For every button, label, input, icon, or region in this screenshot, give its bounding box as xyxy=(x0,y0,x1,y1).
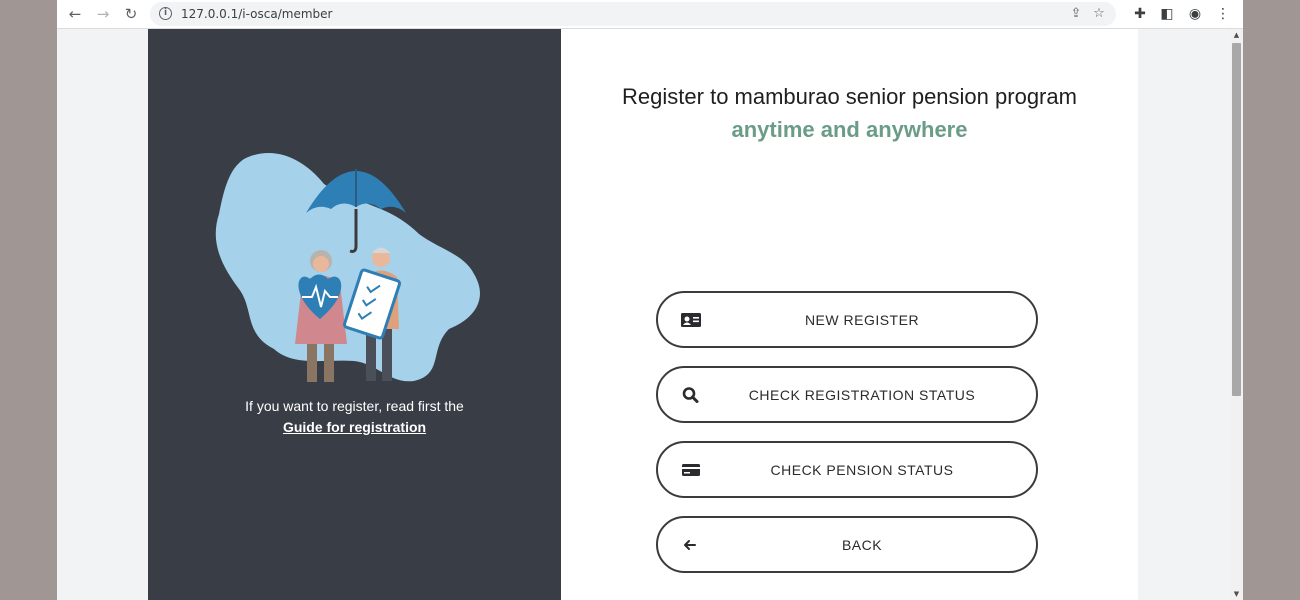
check-pension-status-button[interactable]: CHECK PENSION STATUS xyxy=(656,441,1038,498)
star-icon[interactable]: ☆ xyxy=(1090,5,1108,23)
side-panel-icon[interactable]: ◧ xyxy=(1157,4,1177,24)
page-title: Register to mamburao senior pension prog… xyxy=(622,84,1077,109)
guide-for-registration-link[interactable]: Guide for registration xyxy=(148,419,561,435)
seniors-umbrella-illustration xyxy=(215,153,480,382)
page-content: If you want to register, read first the … xyxy=(57,29,1230,600)
back-button[interactable]: BACK xyxy=(656,516,1038,573)
search-icon xyxy=(682,387,699,403)
browser-window: ← → ↻ i 127.0.0.1/i-osca/member ⇪ ☆ ✚ ◧ … xyxy=(57,0,1243,600)
left-panel: If you want to register, read first the … xyxy=(148,29,561,600)
back-label: BACK xyxy=(841,537,883,553)
extensions-icon[interactable]: ✚ xyxy=(1130,4,1150,24)
new-register-button[interactable]: NEW REGISTER xyxy=(656,291,1038,348)
new-register-label: NEW REGISTER xyxy=(804,312,920,328)
id-card-icon xyxy=(681,313,701,327)
right-panel: Register to mamburao senior pension prog… xyxy=(561,29,1138,600)
scrollbar-thumb[interactable] xyxy=(1232,43,1241,396)
scroll-up-arrow-icon[interactable]: ▲ xyxy=(1230,29,1243,41)
site-info-icon[interactable]: i xyxy=(159,7,172,20)
check-registration-status-label: CHECK REGISTRATION STATUS xyxy=(748,387,976,403)
credit-card-icon xyxy=(682,464,700,476)
share-icon[interactable]: ⇪ xyxy=(1067,5,1085,23)
vertical-scrollbar[interactable]: ▲ ▼ xyxy=(1230,29,1243,600)
check-pension-status-label: CHECK PENSION STATUS xyxy=(770,462,954,478)
page-subtitle: anytime and anywhere xyxy=(731,117,968,142)
check-registration-status-button[interactable]: CHECK REGISTRATION STATUS xyxy=(656,366,1038,423)
address-bar[interactable]: i 127.0.0.1/i-osca/member ⇪ ☆ xyxy=(150,2,1116,26)
arrow-left-icon xyxy=(684,540,696,550)
menu-kebab-icon[interactable]: ⋮ xyxy=(1213,4,1233,24)
scroll-down-arrow-icon[interactable]: ▼ xyxy=(1230,588,1243,600)
reload-icon[interactable]: ↻ xyxy=(121,4,141,24)
back-arrow-icon[interactable]: ← xyxy=(65,4,85,24)
url-text[interactable]: 127.0.0.1/i-osca/member xyxy=(181,7,332,21)
browser-toolbar: ← → ↻ i 127.0.0.1/i-osca/member ⇪ ☆ ✚ ◧ … xyxy=(57,0,1243,29)
forward-arrow-icon[interactable]: → xyxy=(93,4,113,24)
profile-icon[interactable]: ◉ xyxy=(1185,4,1205,24)
guide-prompt-text: If you want to register, read first the xyxy=(245,398,464,414)
